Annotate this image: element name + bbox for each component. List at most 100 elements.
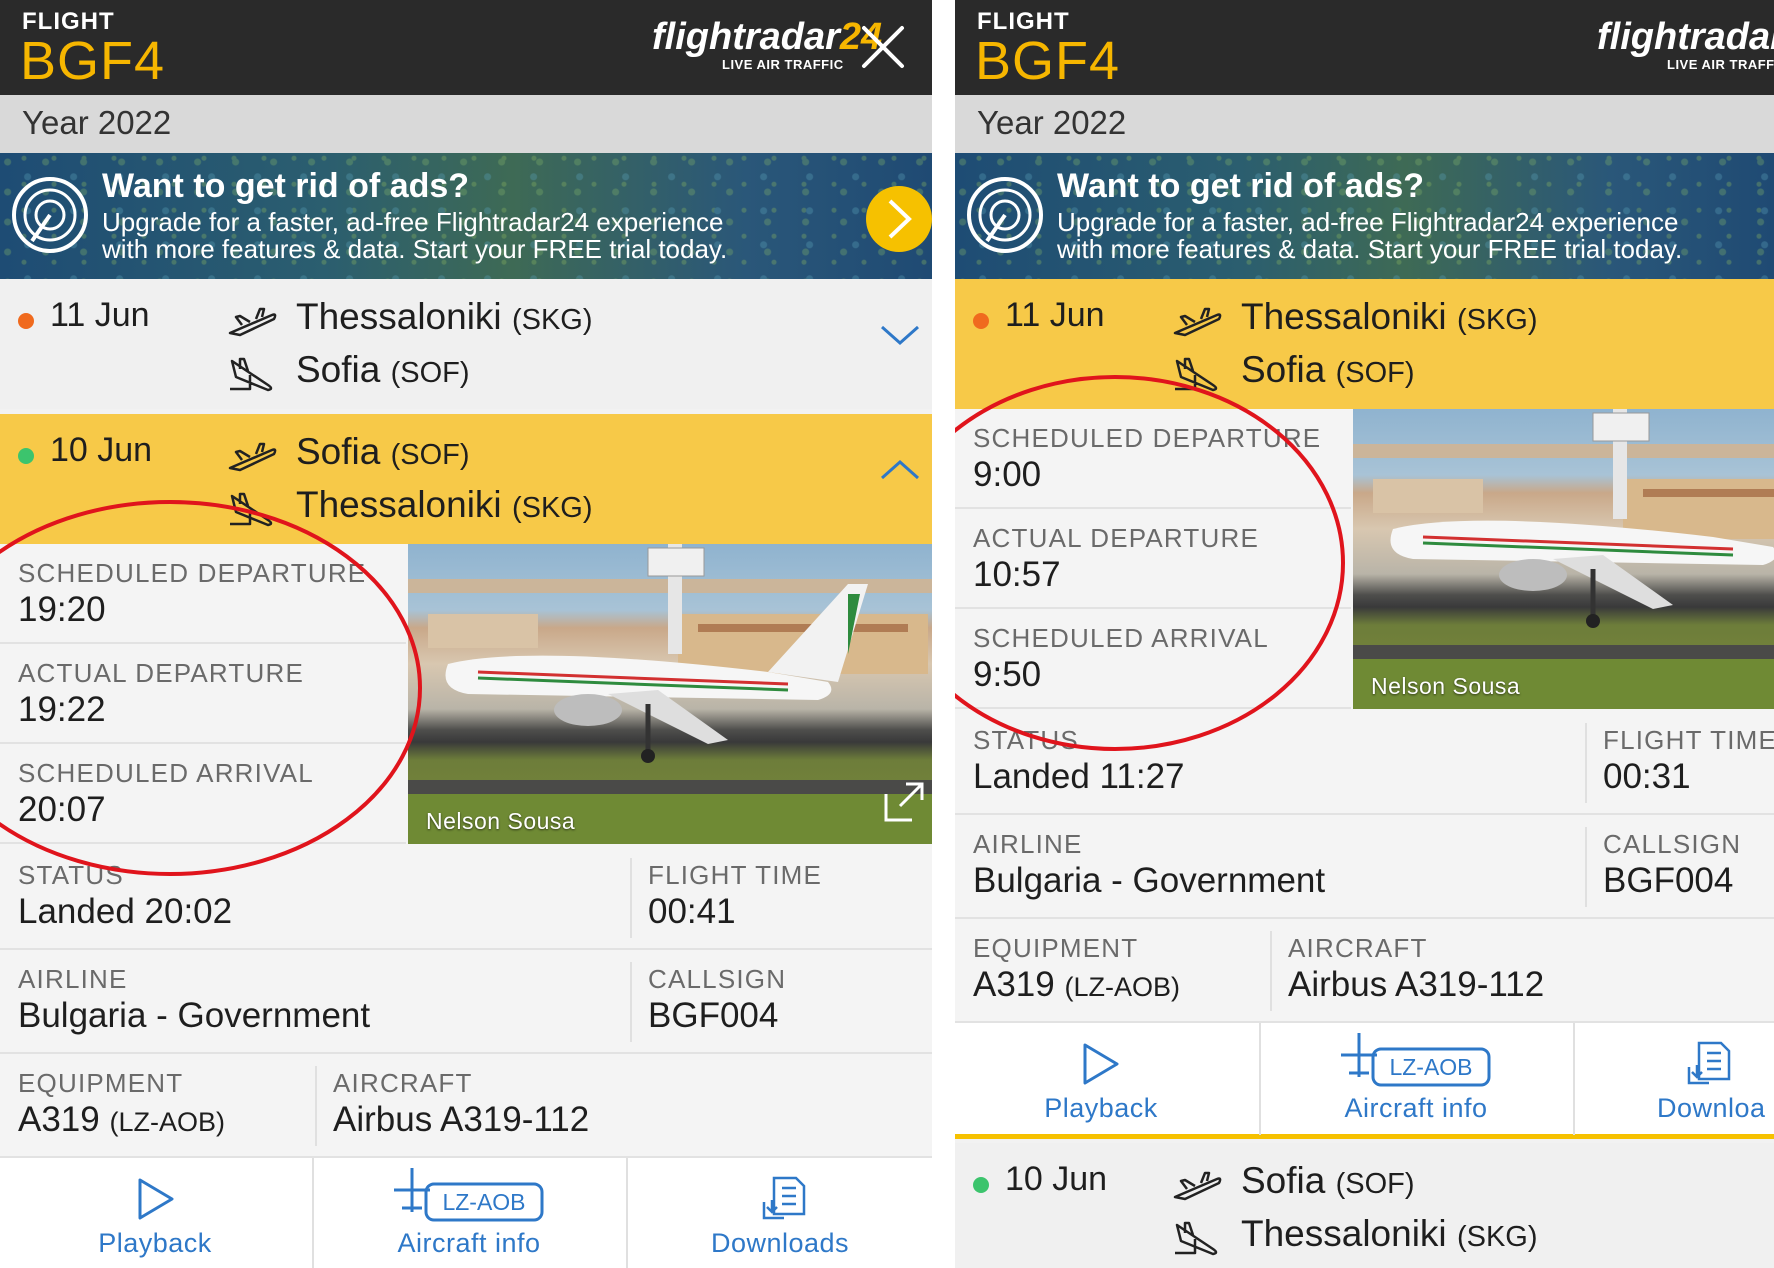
takeoff-icon	[228, 307, 277, 337]
year-bar: Year 2022	[955, 95, 1774, 153]
ad-title: Want to get rid of ads?	[102, 167, 470, 205]
cell-label: AIRCRAFT	[1288, 933, 1428, 963]
cell-label: STATUS	[973, 725, 1079, 755]
chevron-down-icon[interactable]	[878, 319, 922, 349]
aircraft-photo[interactable]: Nelson Sousa	[408, 544, 932, 844]
equipment-row: EQUIPMENT A319 (LZ-AOB) AIRCRAFT Airbus …	[955, 919, 1774, 1023]
cell-value: BGF004	[648, 996, 779, 1035]
flight-date: 10 Jun	[1005, 1160, 1108, 1198]
cell-label: AIRCRAFT	[333, 1068, 473, 1098]
cell-value: A319 (LZ-AOB)	[18, 1100, 225, 1139]
year-label: Year 2022	[977, 104, 1127, 141]
flight-detail: SCHEDULED DEPARTURE 19:20 ACTUAL DEPARTU…	[0, 544, 932, 1268]
cell-label: ACTUAL DEPARTURE	[18, 658, 304, 688]
ad-title: Want to get rid of ads?	[1057, 167, 1425, 205]
ad-line-2: with more features & data. Start your FR…	[102, 234, 728, 264]
scheduled-arrival: SCHEDULED ARRIVAL 9:50	[955, 609, 1351, 709]
flight-detail: SCHEDULED DEPARTURE 9:00 ACTUAL DEPARTUR…	[955, 409, 1774, 1139]
cell-value: 9:50	[973, 655, 1042, 694]
cell-value: Bulgaria - Government	[973, 861, 1326, 900]
status-dot	[18, 448, 34, 464]
downloads-button[interactable]: Downloads	[628, 1158, 932, 1268]
cell-label: SCHEDULED ARRIVAL	[18, 758, 314, 788]
flight-row-10-jun[interactable]: 10 Jun Sofia (SOF) Thessaloniki (SKG)	[0, 414, 932, 544]
photo-credit: Nelson Sousa	[426, 808, 576, 834]
landing-icon	[1175, 1221, 1218, 1256]
scheduled-departure: SCHEDULED DEPARTURE 9:00	[955, 409, 1351, 509]
downloads-button[interactable]: Downloa	[1575, 1023, 1774, 1135]
close-icon[interactable]	[858, 22, 908, 72]
playback-button[interactable]: Playback	[0, 1158, 310, 1268]
callsign-cell: CALLSIGN BGF004	[630, 950, 932, 1054]
origin-airport: Sofia (SOF)	[296, 431, 470, 472]
cell-value: BGF004	[1603, 861, 1734, 900]
radar-icon	[967, 177, 1043, 253]
flight-row-11-jun[interactable]: 11 Jun Thessaloniki (SKG) Sofia (SOF)	[955, 279, 1774, 409]
ad-text: Upgrade for a faster, ad-free Flightrada…	[102, 209, 862, 263]
cell-value: 10:57	[973, 555, 1061, 594]
ad-line-2: with more features & data. Start your FR…	[1057, 234, 1683, 264]
cell-label: FLIGHT TIME	[1603, 725, 1774, 755]
download-icon	[762, 1176, 806, 1220]
ad-banner[interactable]: Want to get rid of ads? Upgrade for a fa…	[955, 153, 1774, 279]
cell-label: AIRLINE	[973, 829, 1083, 859]
year-label: Year 2022	[22, 104, 172, 141]
flight-panel-right: FLIGHT BGF4 flightradar24 LIVE AIR TRAFF…	[955, 0, 1774, 1268]
takeoff-icon	[1173, 307, 1222, 337]
registration-badge: LZ-AOB	[442, 1189, 525, 1215]
cell-value: Airbus A319-112	[1288, 965, 1545, 1004]
landing-icon	[1175, 357, 1218, 392]
flight-date: 10 Jun	[50, 431, 153, 469]
brand-tagline: LIVE AIR TRAFFIC	[1667, 57, 1774, 72]
brand-tagline: LIVE AIR TRAFFIC	[722, 57, 844, 72]
scheduled-arrival: SCHEDULED ARRIVAL 20:07	[0, 744, 406, 844]
aircraft-info-button[interactable]: LZ-AOB Aircraft info	[1261, 1023, 1571, 1135]
chevron-right-icon	[888, 199, 912, 239]
cell-value: 19:22	[18, 690, 106, 729]
aircraft-cell: AIRCRAFT Airbus A319-112	[1270, 919, 1774, 1023]
action-label: Playback	[1044, 1093, 1158, 1123]
ad-banner[interactable]: Want to get rid of ads? Upgrade for a fa…	[0, 153, 932, 279]
airline-cell: AIRLINE Bulgaria - Government	[955, 815, 1585, 919]
destination-airport: Sofia (SOF)	[1241, 349, 1415, 390]
download-icon	[1687, 1041, 1731, 1085]
ad-go-button[interactable]	[866, 186, 932, 252]
cell-label: STATUS	[18, 860, 124, 890]
cell-label: FLIGHT TIME	[648, 860, 823, 890]
destination-airport: Sofia (SOF)	[296, 349, 470, 390]
flight-time-cell: FLIGHT TIME 00:31	[1585, 711, 1774, 815]
flight-date: 11 Jun	[1005, 296, 1105, 334]
flight-code: BGF4	[20, 31, 166, 91]
status-dot	[18, 313, 34, 329]
play-icon	[1083, 1043, 1119, 1085]
takeoff-icon	[228, 442, 277, 472]
flight-row-11-jun[interactable]: 11 Jun Thessaloniki (SKG) Sofia (SOF)	[0, 279, 932, 409]
cell-value: Bulgaria - Government	[18, 996, 371, 1035]
year-bar: Year 2022	[0, 95, 932, 153]
cell-label: SCHEDULED DEPARTURE	[973, 423, 1322, 453]
ad-line-1: Upgrade for a faster, ad-free Flightrada…	[1057, 207, 1679, 237]
action-label: Downloads	[710, 1228, 850, 1258]
cell-value: Airbus A319-112	[333, 1100, 590, 1139]
aircraft-photo[interactable]: Nelson Sousa	[1353, 409, 1774, 709]
cell-label: SCHEDULED ARRIVAL	[973, 623, 1269, 653]
action-bar: Playback LZ-AOB Aircraft info Downloads	[0, 1158, 932, 1268]
origin-airport: Thessaloniki (SKG)	[296, 296, 593, 337]
cell-label: EQUIPMENT	[973, 933, 1139, 963]
app-header: FLIGHT BGF4 flightradar24 LIVE AIR TRAFF…	[955, 0, 1774, 95]
cell-value: 20:07	[18, 790, 106, 829]
flight-row-10-jun[interactable]: 10 Jun Sofia (SOF) Thessaloniki (SKG)	[955, 1143, 1774, 1268]
aircraft-info-button[interactable]: LZ-AOB Aircraft info	[314, 1158, 624, 1268]
playback-button[interactable]: Playback	[955, 1023, 1265, 1135]
expand-icon[interactable]	[882, 780, 926, 824]
ad-text: Upgrade for a faster, ad-free Flightrada…	[1057, 209, 1772, 263]
callsign-cell: CALLSIGN BGF004	[1585, 815, 1774, 919]
origin-airport: Thessaloniki (SKG)	[1241, 296, 1538, 337]
cell-value: Landed 11:27	[973, 757, 1185, 796]
chevron-up-icon[interactable]	[878, 454, 922, 484]
airline-cell: AIRLINE Bulgaria - Government	[0, 950, 630, 1054]
cell-label: CALLSIGN	[648, 964, 787, 994]
status-dot	[973, 313, 989, 329]
cell-label: AIRLINE	[18, 964, 128, 994]
action-bar: Playback LZ-AOB Aircraft info Downloa	[955, 1023, 1774, 1139]
